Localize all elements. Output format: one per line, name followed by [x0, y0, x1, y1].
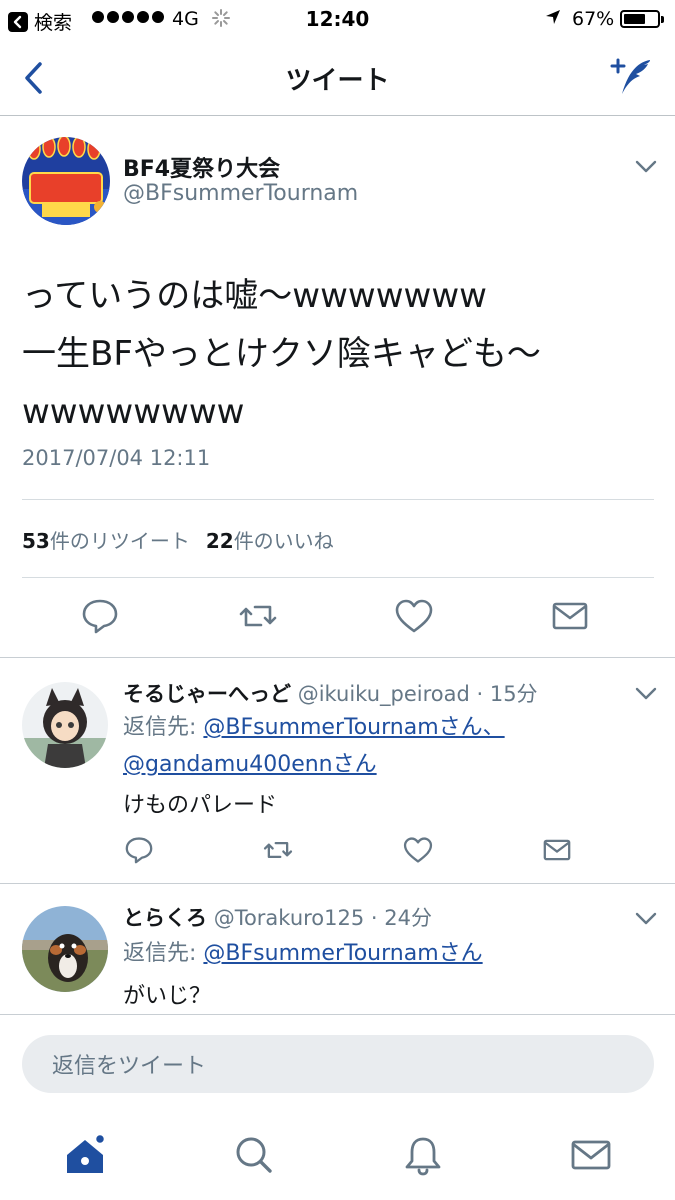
reply-to-line: 返信先: @BFsummerTournamさん、 @gandamu400ennさ…	[123, 709, 643, 783]
reply-icon	[82, 599, 118, 634]
reply-button[interactable]	[79, 595, 121, 637]
heart-icon	[395, 599, 433, 633]
tweet-actions	[0, 595, 675, 647]
divider	[22, 577, 654, 578]
reply-tweet[interactable]: とらくろ @Torakuro125 · 24分 返信先: @BFsummerTo…	[0, 884, 675, 1014]
chevron-down-icon	[635, 687, 657, 700]
chevron-down-icon	[635, 912, 657, 925]
reply-to-line: 返信先: @BFsummerTournamさん	[123, 935, 643, 972]
reply-author-handle-time: @ikuiku_peiroad · 15分	[297, 682, 538, 706]
like-count: 22	[205, 529, 234, 553]
envelope-icon	[571, 1140, 611, 1170]
reply-options-button[interactable]	[634, 686, 658, 702]
separator	[0, 1014, 675, 1015]
compose-tweet-icon	[610, 58, 650, 94]
retweet-button[interactable]	[237, 595, 279, 637]
battery-icon	[620, 10, 664, 28]
reply-button[interactable]	[123, 834, 155, 866]
mention-link[interactable]: @gandamu400ennさん	[123, 752, 377, 777]
reply-author-name[interactable]: とらくろ	[123, 906, 207, 930]
status-bar: 検索 4G 12:40 67%	[0, 0, 675, 40]
home-icon	[67, 1133, 106, 1173]
heart-icon	[403, 837, 433, 863]
retweet-icon	[239, 605, 277, 627]
bell-icon	[405, 1137, 441, 1176]
reply-icon	[125, 837, 153, 864]
tweet-text-line: 一生BFやっとけクソ陰キャども〜	[22, 334, 541, 374]
envelope-icon	[543, 839, 571, 861]
like-stat[interactable]: 22件のいいね	[206, 525, 334, 554]
reply-input-placeholder: 返信をツイート	[52, 1054, 207, 1079]
reply-text: けものパレード	[123, 793, 278, 818]
retweet-stat[interactable]: 53件のリツイート	[22, 525, 190, 554]
tab-messages[interactable]	[569, 1133, 613, 1177]
direct-message-button[interactable]	[541, 834, 573, 866]
reply-header: そるじゃーへっど @ikuiku_peiroad · 15分	[123, 678, 538, 708]
mention-link[interactable]: @BFsummerTournamさん、	[203, 715, 504, 740]
reply-author-name[interactable]: そるじゃーへっど	[123, 682, 291, 706]
reply-header: とらくろ @Torakuro125 · 24分	[123, 902, 432, 932]
reply-input[interactable]: 返信をツイート	[22, 1035, 654, 1093]
like-button[interactable]	[393, 595, 435, 637]
direct-message-button[interactable]	[549, 595, 591, 637]
reply-to-prefix: 返信先:	[123, 941, 197, 966]
retweet-icon	[263, 842, 293, 858]
author-handle[interactable]: @BFsummerTournam	[123, 181, 358, 206]
divider	[22, 499, 654, 500]
tweet-text-line: wwwwwwww	[22, 392, 245, 432]
navigation-bar: ツイート	[0, 40, 675, 116]
retweet-count: 53	[22, 529, 50, 553]
retweet-label: 件のリツイート	[49, 529, 190, 553]
tweet-text: っていうのは嘘〜wwwwwww 一生BFやっとけクソ陰キャども〜 wwwwwww…	[22, 267, 652, 441]
like-button[interactable]	[402, 834, 434, 866]
tab-bar	[0, 1115, 675, 1200]
reply-tweet[interactable]: そるじゃーへっど @ikuiku_peiroad · 15分 返信先: @BFs…	[0, 658, 675, 883]
tab-home[interactable]	[63, 1133, 107, 1177]
like-label: 件のいいね	[233, 529, 334, 553]
tab-notifications[interactable]	[401, 1133, 445, 1177]
battery-percent: 67%	[572, 8, 615, 30]
tab-search[interactable]	[232, 1133, 276, 1177]
reply-actions	[0, 834, 675, 874]
envelope-icon	[552, 602, 588, 630]
tweet-text-line: っていうのは嘘〜wwwwwww	[22, 276, 487, 316]
reply-avatar[interactable]	[22, 906, 108, 992]
chevron-down-icon	[635, 160, 657, 173]
page-title: ツイート	[285, 66, 390, 96]
reply-to-prefix: 返信先:	[123, 715, 197, 740]
author-name[interactable]: BF4夏祭り大会	[123, 151, 280, 183]
retweet-button[interactable]	[262, 834, 294, 866]
author-avatar[interactable]	[22, 137, 110, 225]
location-arrow-icon	[544, 8, 562, 31]
tweet-options-button[interactable]	[634, 159, 658, 175]
search-icon	[236, 1137, 272, 1173]
reply-options-button[interactable]	[634, 911, 658, 927]
tweet-stats: 53件のリツイート 22件のいいね	[22, 525, 334, 554]
reply-avatar[interactable]	[22, 682, 108, 768]
reply-author-handle-time: @Torakuro125 · 24分	[213, 906, 432, 930]
compose-tweet-button[interactable]	[606, 54, 656, 100]
reply-text: がいじ？	[123, 984, 212, 1009]
tweet-timestamp: 2017/07/04 12:11	[22, 446, 211, 470]
mention-link[interactable]: @BFsummerTournamさん	[203, 941, 482, 966]
